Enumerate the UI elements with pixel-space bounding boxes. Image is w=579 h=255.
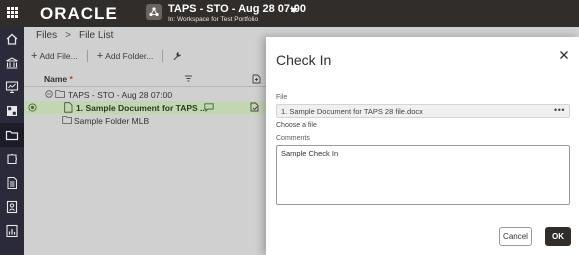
oracle-logo: ORACLE xyxy=(40,4,118,23)
plus-icon: + xyxy=(31,49,38,62)
column-header-name[interactable]: Name * xyxy=(44,74,73,84)
home-icon[interactable] xyxy=(0,27,24,51)
left-navigation xyxy=(0,27,24,255)
bank-icon[interactable] xyxy=(0,51,24,75)
row-label: Sample Folder MLB xyxy=(74,116,150,126)
grid-icon[interactable] xyxy=(0,99,24,123)
toolbar-divider xyxy=(86,50,88,62)
add-file-label: Add File... xyxy=(39,51,78,61)
comments-label: Comments xyxy=(276,135,310,142)
close-icon[interactable] xyxy=(558,49,570,61)
choose-file-link[interactable]: Choose a file xyxy=(276,122,317,129)
folder-icon[interactable] xyxy=(0,123,24,147)
plus-icon: + xyxy=(96,49,104,62)
breadcrumb-files[interactable]: Files xyxy=(36,30,57,41)
add-folder-button[interactable]: + Add Folder... xyxy=(94,49,157,63)
file-label: File xyxy=(276,94,288,101)
report-chart-icon[interactable] xyxy=(0,219,24,243)
comment-icon[interactable] xyxy=(204,103,214,114)
toolbar-divider xyxy=(162,50,164,62)
puzzle-icon[interactable] xyxy=(0,147,24,171)
chevron-down-icon[interactable] xyxy=(290,8,298,13)
add-folder-label: Add Folder... xyxy=(105,51,154,61)
radio-selected-icon[interactable] xyxy=(28,103,37,114)
folder-icon xyxy=(62,115,73,127)
check-in-dialog: Check In File 1. Sample Document for TAP… xyxy=(266,37,579,255)
workspace-title[interactable]: TAPS - STO - Aug 28 07:00 xyxy=(168,3,306,15)
ok-button[interactable]: OK xyxy=(545,227,571,246)
breadcrumb-file-list: File List xyxy=(78,30,114,41)
check-in-icon[interactable] xyxy=(250,102,259,114)
monitor-chart-icon[interactable] xyxy=(0,75,24,99)
required-mark: * xyxy=(69,74,73,84)
contact-card-icon[interactable] xyxy=(0,195,24,219)
breadcrumb: Files > File List xyxy=(36,30,113,41)
action-column-icon xyxy=(252,74,261,86)
row-label: TAPS - STO - Aug 28 07:00 xyxy=(68,90,173,100)
document-icon[interactable] xyxy=(0,171,24,195)
more-options-icon[interactable]: ••• xyxy=(554,105,565,115)
file-value: 1. Sample Document for TAPS 28 file.docx xyxy=(281,107,423,116)
wrench-icon[interactable] xyxy=(169,49,185,63)
row-label: 1. Sample Document for TAPS ... xyxy=(76,103,208,113)
name-header-label: Name xyxy=(44,74,68,84)
cancel-button[interactable]: Cancel xyxy=(499,227,532,246)
app-grid-icon[interactable] xyxy=(7,7,19,19)
collapse-icon[interactable] xyxy=(45,90,53,100)
file-toolbar: + Add File... + Add Folder... xyxy=(28,49,185,63)
file-field[interactable]: 1. Sample Document for TAPS 28 file.docx… xyxy=(276,104,570,118)
top-bar: ORACLE TAPS - STO - Aug 28 07:00 In: Wor… xyxy=(0,0,579,27)
workspace-subtitle: In: Workspace for Test Portfolio xyxy=(168,16,259,23)
breadcrumb-separator: > xyxy=(65,30,71,41)
folder-open-icon xyxy=(55,89,66,101)
sort-icon[interactable] xyxy=(184,74,193,85)
workspace-icon xyxy=(146,4,162,20)
comments-textarea[interactable]: Sample Check In xyxy=(276,145,570,205)
add-file-button[interactable]: + Add File... xyxy=(28,49,81,63)
dialog-title: Check In xyxy=(276,52,332,68)
